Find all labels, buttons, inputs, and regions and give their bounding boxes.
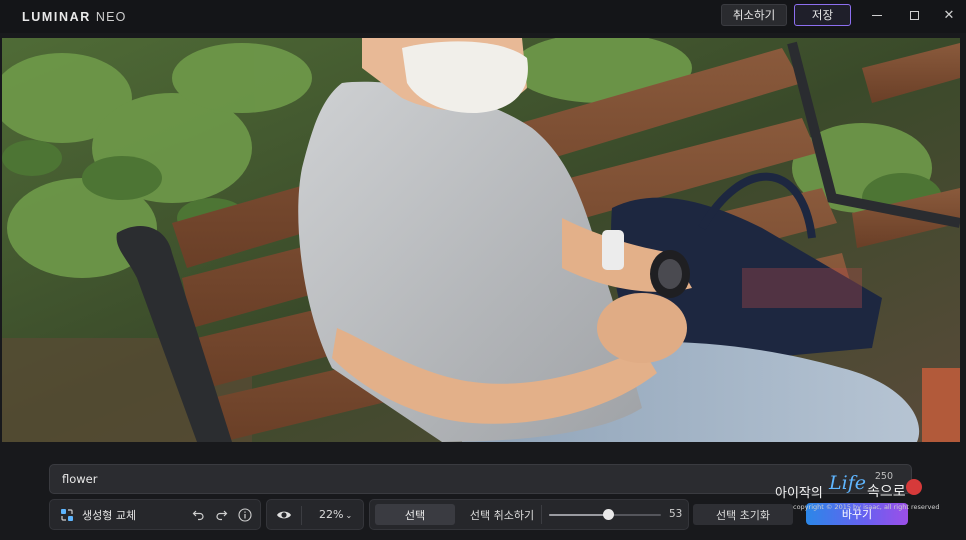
- brush-size-fill: [549, 514, 609, 516]
- prompt-char-count: 250: [874, 471, 893, 482]
- photo-canvas[interactable]: [2, 38, 960, 442]
- divider: [541, 505, 542, 524]
- undo-icon[interactable]: [191, 507, 206, 522]
- tool-panel: 생성형 교체: [49, 499, 261, 530]
- prompt-input[interactable]: flower 250: [49, 464, 912, 494]
- reset-selection-button[interactable]: 선택 초기화: [693, 504, 793, 525]
- tool-label: 생성형 교체: [82, 508, 137, 522]
- minimize-button[interactable]: [865, 5, 889, 25]
- selection-panel: 선택 선택 취소하기 53: [369, 499, 689, 530]
- eye-icon[interactable]: [276, 507, 292, 523]
- tool-actions: [191, 507, 252, 522]
- divider: [301, 506, 302, 525]
- maximize-button[interactable]: [902, 5, 926, 25]
- cancel-button[interactable]: 취소하기: [721, 4, 787, 26]
- close-button[interactable]: ✕: [937, 5, 961, 25]
- chevron-down-icon: ⌄: [345, 511, 353, 520]
- app-logo: LUMINAR NEO: [22, 10, 127, 24]
- close-icon: ✕: [943, 7, 955, 23]
- maximize-icon: [909, 10, 919, 20]
- redo-icon[interactable]: [214, 507, 229, 522]
- logo-main: LUMINAR: [22, 9, 91, 24]
- replace-button[interactable]: 바꾸기: [806, 503, 908, 525]
- zoom-value: 22%: [319, 508, 344, 521]
- deselect-button[interactable]: 선택 취소하기: [462, 504, 542, 525]
- logo-sub: NEO: [95, 9, 127, 24]
- luminar-neo-window: LUMINAR NEO 취소하기 저장 ✕ flower 250 생성형 교체 …: [0, 0, 966, 540]
- generative-swap-icon: [61, 508, 73, 521]
- title-bar: LUMINAR NEO 취소하기 저장 ✕: [0, 0, 966, 33]
- save-button[interactable]: 저장: [794, 4, 851, 26]
- brush-size-handle[interactable]: [602, 509, 614, 520]
- zoom-select[interactable]: 22% ⌄: [319, 508, 352, 521]
- brush-size-value: 53: [669, 508, 683, 520]
- photo-image: [2, 38, 960, 442]
- prompt-value: flower: [62, 472, 98, 486]
- view-panel: 22% ⌄: [266, 499, 364, 530]
- select-button[interactable]: 선택: [375, 504, 455, 525]
- minimize-icon: [872, 14, 882, 16]
- info-icon[interactable]: [237, 507, 252, 522]
